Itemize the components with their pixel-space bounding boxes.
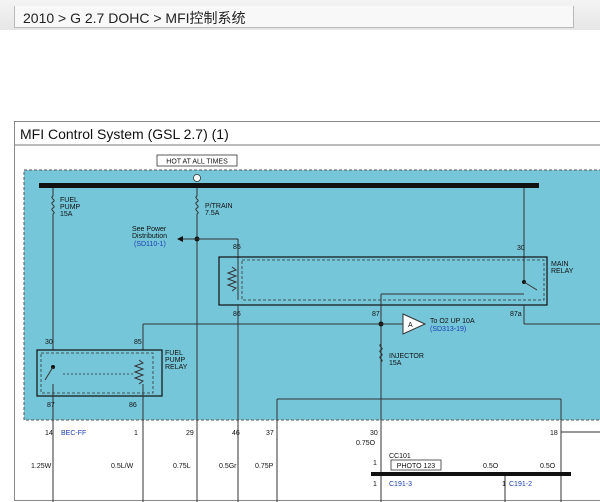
wire-label-2: 0.5L/W — [111, 463, 134, 470]
fp-pin-30: 30 — [45, 339, 53, 346]
cc-pin: 1 — [373, 460, 377, 467]
pin-29: 29 — [186, 430, 194, 437]
c191-pin1: 1 — [373, 481, 377, 488]
breadcrumb-text[interactable]: 2010 > G 2.7 DOHC > MFI控制系统 — [23, 8, 246, 28]
fuse-fuel-pump-2: 15A — [60, 211, 73, 218]
fuse-ptrain-0: P/TRAIN — [205, 203, 233, 210]
wire-label-4: 0.5Gr — [219, 463, 237, 470]
fp-relay-0: FUEL — [165, 350, 183, 357]
wire-label-7: 0.5O — [483, 463, 499, 470]
injector-1: 15A — [389, 360, 402, 367]
see-power-0: See Power — [132, 226, 167, 233]
wiring-diagram-panel: MFI Control System (GSL 2.7) (1) HOT AT … — [14, 121, 600, 502]
hot-terminal — [193, 174, 201, 182]
see-power-1: Distribution — [132, 233, 167, 240]
fuse-ptrain-1: 7.5A — [205, 210, 220, 217]
see-power-ref[interactable]: (SD110-1) — [134, 241, 166, 248]
pin-bec-ff: BEC-FF — [61, 430, 86, 437]
pin-85-top: 85 — [233, 244, 241, 251]
a-marker: A — [408, 322, 413, 329]
injector-0: INJECTOR — [389, 353, 424, 360]
c191-pin2: 1 — [502, 481, 506, 488]
breadcrumb: 2010 > G 2.7 DOHC > MFI控制系统 — [14, 6, 574, 28]
photo[interactable]: PHOTO 123 — [397, 463, 435, 470]
wire-label-6: 0.75O — [356, 440, 376, 447]
fp-pin-85: 85 — [134, 339, 142, 346]
connector-bar — [371, 472, 571, 476]
power-bus-bar — [39, 183, 539, 188]
pin-14: 14 — [45, 430, 53, 437]
to-o2: To O2 UP 10A — [430, 318, 475, 325]
ecm-box — [23, 169, 600, 421]
pin-30: 30 — [370, 430, 378, 437]
wire-label-8: 0.5O — [540, 463, 556, 470]
wire-label-5: 0.75P — [255, 463, 274, 470]
c191-2: C191-2 — [509, 481, 532, 488]
fuse-fuel-pump-1: PUMP — [60, 204, 81, 211]
main-relay-1: RELAY — [551, 268, 574, 275]
wire-label-3: 0.75L — [173, 463, 191, 470]
cc101: CC101 — [389, 453, 411, 460]
pin-87a: 87a — [510, 311, 522, 318]
pin-1: 1 — [134, 430, 138, 437]
to-o2-ref[interactable]: (SD313-19) — [430, 326, 466, 333]
fuse-fuel-pump-0: FUEL — [60, 197, 78, 204]
pin-37: 37 — [266, 430, 274, 437]
wire-label-1: 1.25W — [31, 463, 52, 470]
pin-87: 87 — [372, 311, 380, 318]
fp-relay-1: PUMP — [165, 357, 186, 364]
main-relay-0: MAIN — [551, 261, 569, 268]
pin-30-top: 30 — [517, 245, 525, 252]
breadcrumb-bar: 2010 > G 2.7 DOHC > MFI控制系统 — [0, 0, 600, 30]
fp-relay-2: RELAY — [165, 364, 188, 371]
wiring-diagram: HOT AT ALL TIMES FUEL PUMP 15A P/TRAIN 7… — [15, 144, 600, 502]
pin-18: 18 — [550, 430, 558, 437]
fp-pin-86: 86 — [129, 402, 137, 409]
fp-pin-87: 87 — [47, 402, 55, 409]
c191-3: C191-3 — [389, 481, 412, 488]
pin-86: 86 — [233, 311, 241, 318]
hot-label: HOT AT ALL TIMES — [166, 159, 228, 166]
pin-46: 46 — [232, 430, 240, 437]
